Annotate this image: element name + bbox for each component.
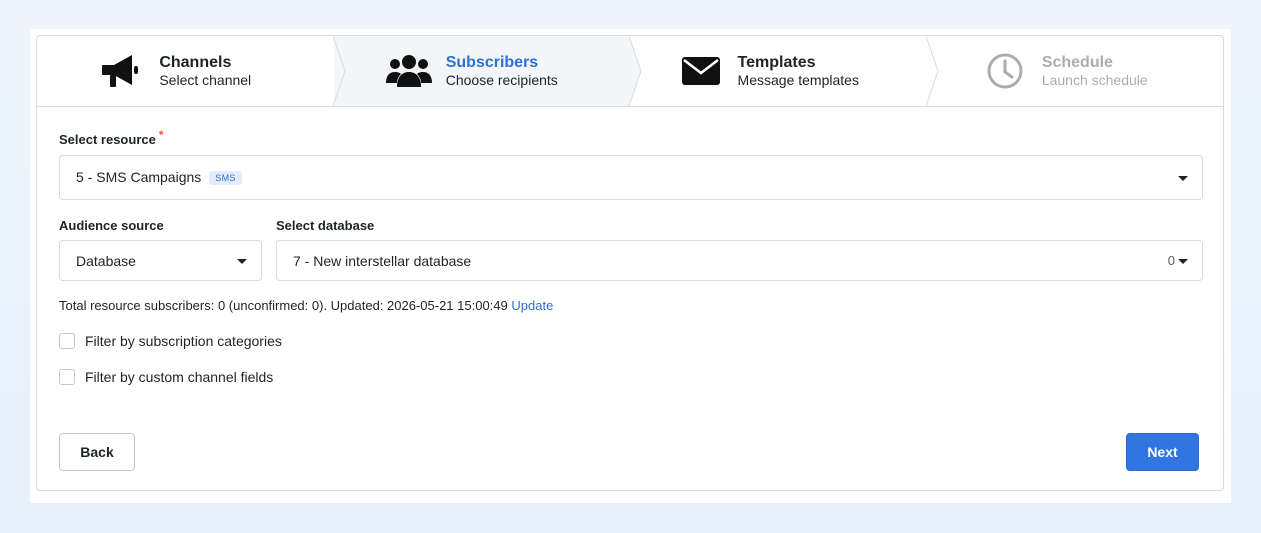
wizard-stepper: Channels Select channel Subscribers Choo…: [37, 36, 1223, 107]
resource-select[interactable]: 5 - SMS Campaigns SMS: [59, 155, 1203, 200]
summary-text: Total resource subscribers: 0 (unconfirm…: [59, 298, 508, 313]
filter-fields-label: Filter by custom channel fields: [85, 369, 274, 385]
filter-fields-checkbox[interactable]: [59, 369, 75, 385]
filter-fields-row[interactable]: Filter by custom channel fields: [59, 369, 273, 385]
step-title: Subscribers: [445, 54, 539, 71]
chevron-down-icon: [1178, 258, 1188, 264]
step-subtitle: Choose recipients: [445, 72, 558, 88]
chevron-down-icon: [237, 258, 247, 264]
filter-categories-row[interactable]: Filter by subscription categories: [59, 333, 282, 349]
audience-label: Audience source: [59, 218, 164, 233]
database-select[interactable]: 7 - New interstellar database 0: [276, 240, 1203, 281]
resource-label-text: Select resource: [59, 132, 156, 147]
filter-categories-checkbox[interactable]: [59, 333, 75, 349]
megaphone-icon: [99, 51, 145, 91]
database-label: Select database: [276, 218, 375, 233]
filter-categories-label: Filter by subscription categories: [85, 333, 282, 349]
wizard-card: Channels Select channel Subscribers Choo…: [36, 35, 1224, 491]
chevron-down-icon: [1178, 175, 1188, 181]
next-button[interactable]: Next: [1126, 433, 1199, 471]
step-separator: [629, 36, 642, 106]
required-mark: *: [158, 128, 164, 142]
step-templates[interactable]: Templates Message templates: [630, 36, 939, 106]
resource-value: 5 - SMS Campaigns: [76, 169, 202, 185]
subscriber-summary: Total resource subscribers: 0 (unconfirm…: [59, 298, 553, 313]
users-icon: [385, 51, 432, 91]
envelope-icon: [678, 51, 724, 91]
step-title: Templates: [737, 54, 816, 71]
audience-source-value: Database: [76, 252, 136, 269]
step-title: Channels: [159, 54, 232, 71]
step-separator: [925, 36, 939, 106]
back-button[interactable]: Back: [59, 433, 135, 471]
audience-source-select[interactable]: Database: [59, 240, 262, 281]
step-subtitle: Message templates: [737, 72, 859, 88]
step-channels[interactable]: Channels Select channel: [37, 36, 346, 106]
subscriber-count: 0: [1167, 253, 1175, 268]
page-panel: Channels Select channel Subscribers Choo…: [30, 29, 1231, 503]
step-subscribers[interactable]: Subscribers Choose recipients: [333, 36, 642, 106]
update-link[interactable]: Update: [511, 298, 553, 313]
resource-label: Select resource *: [59, 128, 164, 147]
step-separator: [332, 36, 346, 106]
database-value: 7 - New interstellar database: [293, 252, 472, 269]
step-schedule[interactable]: Schedule Launch schedule: [927, 36, 1224, 106]
step-title: Schedule: [1041, 54, 1113, 71]
channel-badge: SMS: [209, 171, 242, 185]
clock-icon: [982, 51, 1028, 91]
step-subtitle: Launch schedule: [1041, 72, 1148, 88]
step-subtitle: Select channel: [159, 72, 252, 88]
resource-select-value: 5 - SMS Campaigns SMS: [60, 169, 242, 186]
